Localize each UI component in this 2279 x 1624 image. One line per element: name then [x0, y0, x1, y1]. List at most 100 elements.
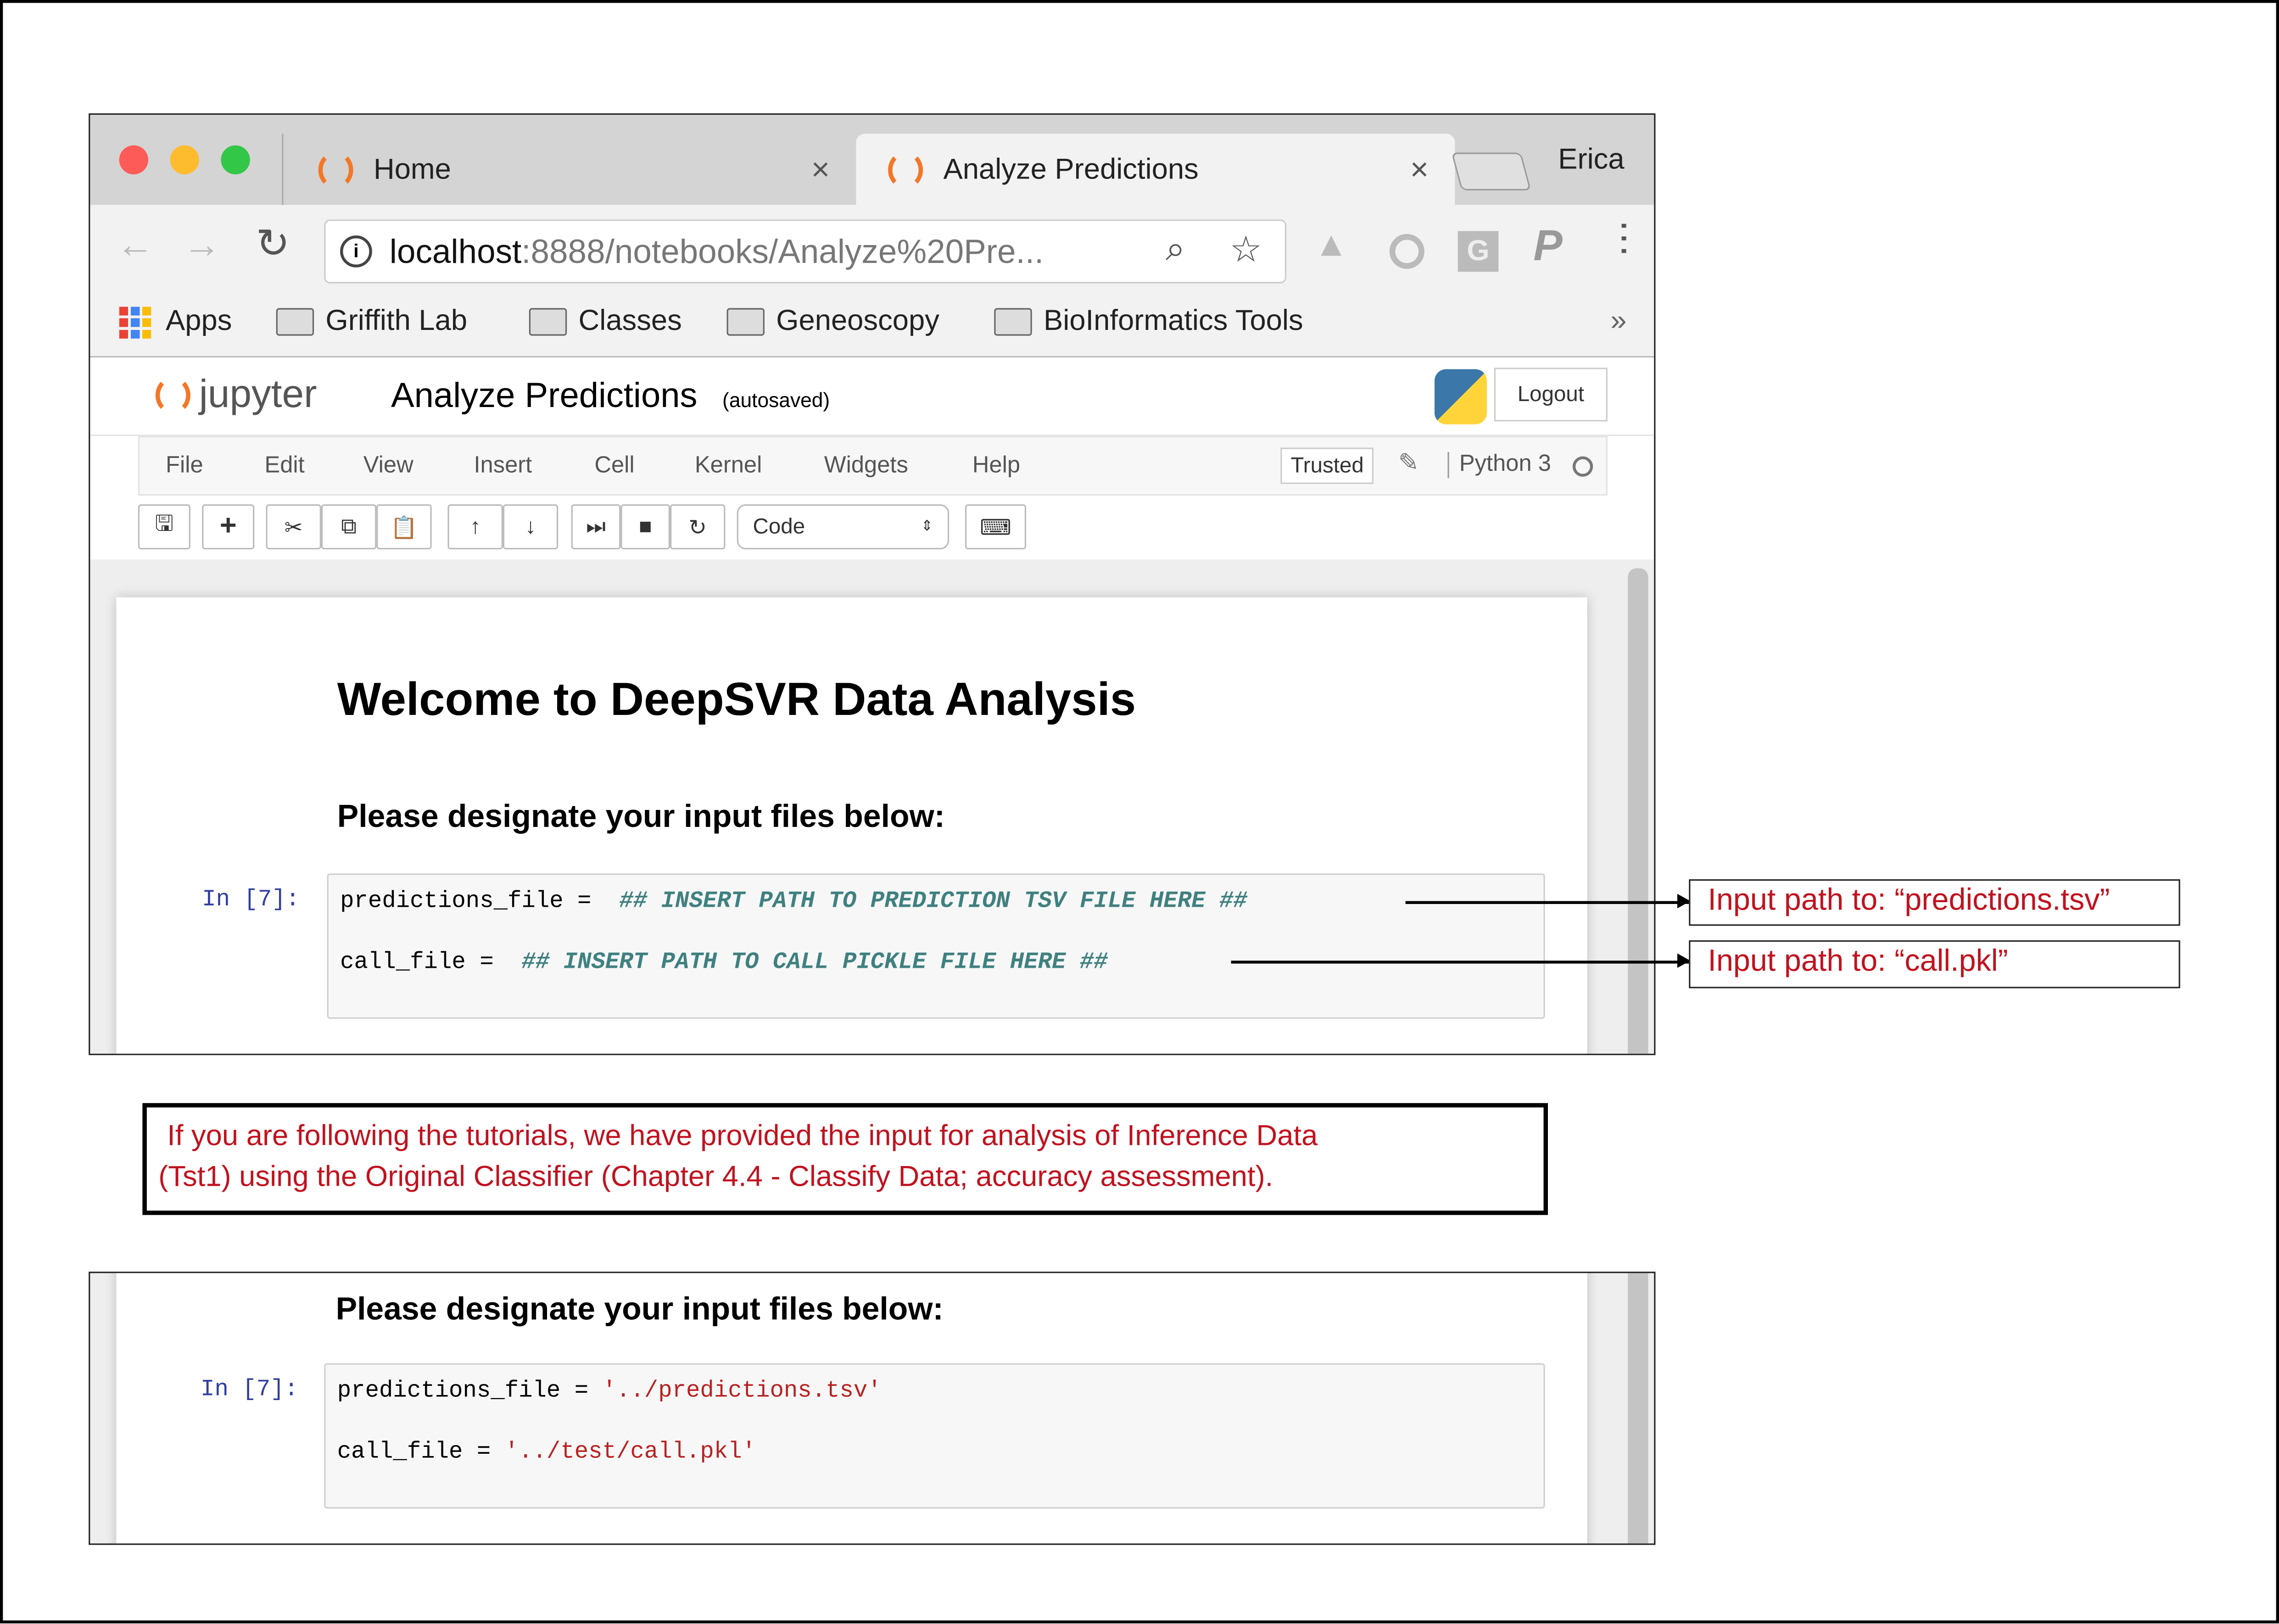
edit-pencil-icon[interactable]: ✎: [1398, 449, 1419, 478]
interrupt-button[interactable]: ■: [620, 504, 670, 550]
bookmark-apps[interactable]: Apps: [119, 305, 232, 339]
jupyter-header: jupyter Analyze Predictions (autosaved) …: [90, 357, 1654, 436]
notebook-name[interactable]: Analyze Predictions: [391, 376, 698, 417]
tutorial-note: If you are following the tutorials, we h…: [142, 1103, 1548, 1215]
python-logo-icon: [1434, 369, 1487, 424]
apps-grid-icon: [119, 306, 151, 338]
menu-kernel[interactable]: Kernel: [695, 453, 762, 480]
menu-bar: File Edit View Insert Cell Kernel Widget…: [138, 436, 1608, 496]
subheading: Please designate your input files below:: [335, 1290, 944, 1327]
menu-cell[interactable]: Cell: [594, 453, 634, 480]
tab-analyze-predictions[interactable]: Analyze Predictions ×: [856, 134, 1455, 206]
run-button[interactable]: ⏭: [571, 504, 621, 550]
cell-type-select[interactable]: Code ⇕: [737, 504, 950, 550]
notebook-area: Welcome to DeepSVR Data Analysis Please …: [90, 559, 1654, 1054]
paste-button[interactable]: 📋: [376, 504, 432, 550]
grammarly-g-icon[interactable]: G: [1458, 231, 1499, 272]
info-icon[interactable]: i: [340, 235, 372, 268]
kernel-name: Python 3: [1447, 452, 1551, 478]
back-icon[interactable]: ←: [116, 223, 154, 268]
close-tab-icon[interactable]: ×: [1410, 151, 1429, 189]
logout-button[interactable]: Logout: [1494, 368, 1608, 422]
menu-file[interactable]: File: [166, 453, 203, 480]
arrow-call: [1231, 955, 1691, 966]
folder-icon: [994, 308, 1032, 336]
save-status: (autosaved): [722, 388, 830, 412]
notebook-page: Please designate your input files below:…: [116, 1273, 1587, 1544]
figure: Home × Analyze Predictions × Erica ← → ↻…: [0, 0, 2279, 1624]
copy-button[interactable]: ⧉: [321, 504, 377, 550]
close-window-button[interactable]: [119, 145, 149, 175]
scrollbar[interactable]: [1628, 1273, 1648, 1544]
insert-cell-button[interactable]: +: [202, 504, 255, 550]
move-down-button[interactable]: ↓: [503, 504, 559, 550]
note-line: (Tst1) using the Original Classifier (Ch…: [158, 1161, 1274, 1194]
code-line: predictions_file = '../predictions.tsv': [337, 1378, 882, 1404]
filled-cell-screenshot: Please designate your input files below:…: [89, 1272, 1656, 1545]
circle-extension-icon[interactable]: [1389, 234, 1424, 269]
minimize-window-button[interactable]: [170, 145, 199, 175]
tab-label: Analyze Predictions: [943, 153, 1199, 185]
maximize-window-button[interactable]: [221, 145, 250, 175]
scrollbar[interactable]: [1628, 568, 1648, 1054]
forward-icon[interactable]: →: [183, 223, 221, 268]
folder-icon: [726, 308, 765, 336]
code-comment: ## INSERT PATH TO CALL PICKLE FILE HERE …: [521, 949, 1108, 976]
bookmark-geneoscopy[interactable]: Geneoscopy: [726, 305, 939, 339]
notebook-area: Please designate your input files below:…: [90, 1273, 1654, 1544]
input-prompt: In [7]:: [202, 886, 300, 913]
google-drive-icon[interactable]: ▲: [1314, 225, 1348, 266]
code-line: call_file = ## INSERT PATH TO CALL PICKL…: [340, 949, 1108, 976]
paypal-p-icon[interactable]: P: [1533, 223, 1562, 272]
menu-view[interactable]: View: [363, 453, 413, 480]
menu-edit[interactable]: Edit: [264, 453, 304, 480]
tab-bar: Home × Analyze Predictions × Erica: [90, 115, 1654, 206]
browser-window: Home × Analyze Predictions × Erica ← → ↻…: [89, 113, 1656, 1055]
menu-insert[interactable]: Insert: [474, 453, 532, 480]
input-prompt: In [7]:: [201, 1376, 298, 1403]
subheading: Please designate your input files below:: [337, 798, 945, 834]
bookmark-classes[interactable]: Classes: [529, 305, 682, 339]
tab-label: Home: [373, 153, 451, 185]
keyboard-shortcuts-button[interactable]: ⌨: [965, 504, 1026, 550]
code-cell[interactable]: predictions_file = '../predictions.tsv' …: [324, 1363, 1545, 1509]
code-comment: ## INSERT PATH TO PREDICTION TSV FILE HE…: [619, 888, 1247, 915]
bookmarks-bar: Apps Griffith Lab Classes Geneoscopy Bio…: [90, 288, 1654, 358]
profile-name[interactable]: Erica: [1558, 144, 1624, 178]
notebook-page: Welcome to DeepSVR Data Analysis Please …: [116, 597, 1587, 1054]
url-host: localhost: [389, 232, 522, 270]
folder-icon: [529, 308, 567, 336]
code-line: call_file = '../test/call.pkl': [337, 1439, 756, 1465]
close-tab-icon[interactable]: ×: [811, 151, 830, 189]
cut-button[interactable]: ✂: [266, 504, 321, 550]
annotation-call: Input path to: “call.pkl”: [1689, 940, 2180, 988]
tab-home[interactable]: Home ×: [282, 134, 856, 206]
menu-help[interactable]: Help: [972, 453, 1020, 480]
folder-icon: [276, 308, 314, 336]
jupyter-favicon-icon: [318, 151, 353, 189]
menu-widgets[interactable]: Widgets: [824, 453, 908, 480]
restart-button[interactable]: ↻: [670, 504, 726, 550]
arrow-predictions: [1405, 895, 1691, 907]
new-tab-button[interactable]: [1451, 152, 1531, 190]
code-line: predictions_file = ## INSERT PATH TO PRE…: [340, 888, 1247, 915]
notebook-title: Welcome to DeepSVR Data Analysis: [337, 673, 1136, 725]
bookmark-bioinformatics-tools[interactable]: BioInformatics Tools: [994, 305, 1303, 339]
bookmark-star-icon[interactable]: ☆: [1229, 228, 1262, 272]
code-string: '../test/call.pkl': [504, 1439, 756, 1465]
jupyter-logo-icon: [155, 375, 190, 414]
trusted-badge[interactable]: Trusted: [1280, 447, 1374, 484]
select-arrows-icon: ⇕: [921, 519, 933, 535]
code-cell[interactable]: predictions_file = ## INSERT PATH TO PRE…: [327, 873, 1545, 1019]
bookmark-griffith-lab[interactable]: Griffith Lab: [276, 305, 467, 339]
address-bar[interactable]: i localhost:8888/notebooks/Analyze%20Pre…: [324, 219, 1286, 284]
bookmarks-overflow-button[interactable]: »: [1610, 305, 1626, 339]
zoom-icon[interactable]: ⌕: [1166, 229, 1185, 270]
save-button[interactable]: 🖫: [138, 504, 190, 550]
note-line: If you are following the tutorials, we h…: [167, 1120, 1318, 1153]
menu-kebab-icon[interactable]: ⋯: [1602, 219, 1647, 257]
code-string: '../predictions.tsv': [602, 1378, 882, 1404]
reload-icon[interactable]: ↻: [256, 219, 290, 268]
move-up-button[interactable]: ↑: [447, 504, 503, 550]
jupyter-logo[interactable]: jupyter: [155, 372, 317, 417]
